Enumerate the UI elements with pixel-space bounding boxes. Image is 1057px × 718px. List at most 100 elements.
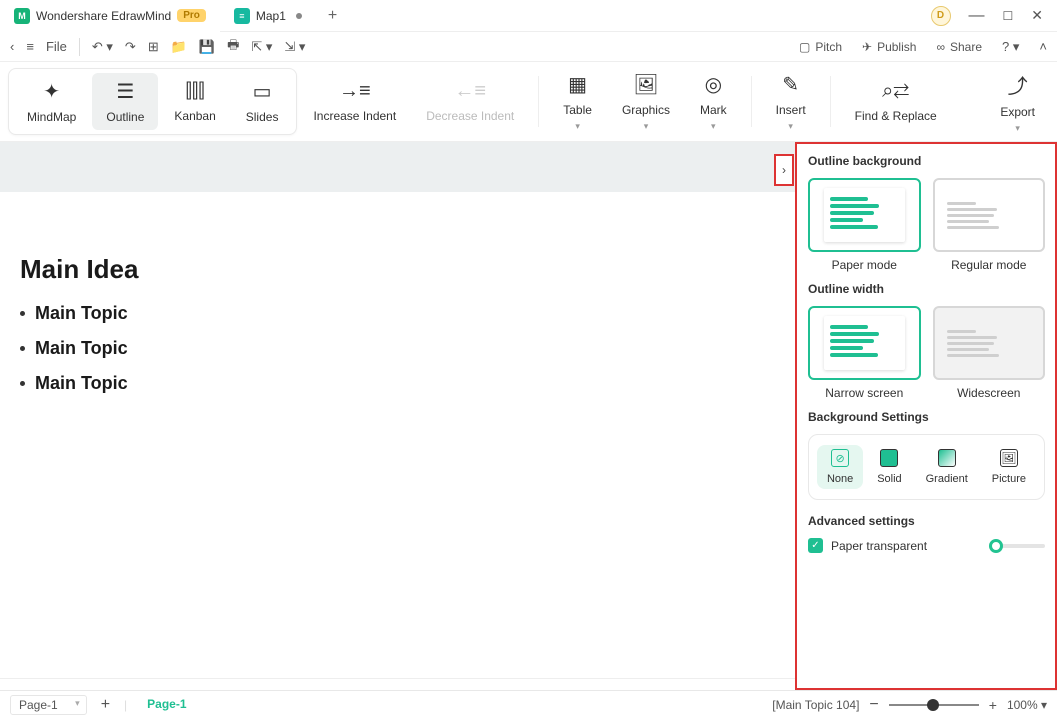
- kanban-view-button[interactable]: ⫿⫿⫿Kanban: [160, 73, 229, 130]
- narrow-label: Narrow screen: [825, 386, 903, 400]
- maximize-button[interactable]: ☐: [1003, 9, 1014, 23]
- share-label: Share: [950, 40, 982, 54]
- topic-item[interactable]: Main Topic: [20, 373, 795, 394]
- chevron-down-icon: ▾: [711, 121, 716, 132]
- bg-solid-option[interactable]: Solid: [867, 445, 911, 489]
- file-menu[interactable]: File: [46, 39, 67, 54]
- mark-label: Mark: [700, 103, 727, 117]
- share-button[interactable]: ∞ Share: [936, 40, 982, 54]
- bg-gradient-option[interactable]: Gradient: [916, 445, 978, 489]
- panel-collapse-button[interactable]: ›: [774, 154, 794, 186]
- table-label: Table: [563, 103, 592, 117]
- pitch-label: Pitch: [815, 40, 842, 54]
- bullet-icon: [20, 311, 25, 316]
- zoom-slider[interactable]: [889, 704, 979, 706]
- minimize-button[interactable]: ―: [969, 7, 985, 25]
- outline-view-button[interactable]: ☰Outline: [92, 73, 158, 130]
- redo-button[interactable]: ↷: [125, 39, 136, 55]
- paper-mode-option[interactable]: Paper mode: [808, 178, 921, 272]
- print-button[interactable]: 🖶: [227, 36, 239, 58]
- document-tab[interactable]: ≡ Map1: [220, 0, 316, 32]
- separator: |: [124, 698, 127, 712]
- pitch-button[interactable]: ▢Pitch: [799, 40, 842, 54]
- canvas[interactable]: Main Idea Main Topic Main Topic Main Top…: [0, 142, 795, 690]
- table-button[interactable]: ▦Table▾: [549, 68, 606, 135]
- advanced-settings-heading: Advanced settings: [808, 514, 1045, 528]
- widescreen-option[interactable]: Widescreen: [933, 306, 1046, 400]
- regular-mode-thumb: [933, 178, 1046, 252]
- solid-label: Solid: [877, 473, 901, 485]
- outline-settings-panel: Outline background Paper mode Regular mo…: [795, 142, 1057, 690]
- zoom-in-button[interactable]: +: [989, 697, 997, 713]
- avatar[interactable]: D: [931, 6, 951, 26]
- help-button[interactable]: ? ▾: [1002, 39, 1019, 55]
- app-tab[interactable]: M Wondershare EdrawMind Pro: [0, 0, 220, 32]
- find-replace-button[interactable]: ⌕⇄Find & Replace: [841, 68, 951, 135]
- add-page-button[interactable]: +: [101, 696, 110, 714]
- outline-background-heading: Outline background: [808, 154, 1045, 168]
- insert-button[interactable]: ✎Insert▾: [762, 68, 820, 135]
- mindmap-view-button[interactable]: ✦MindMap: [13, 73, 90, 130]
- zoom-level[interactable]: 100% ▾: [1007, 698, 1047, 712]
- publish-button[interactable]: ✈Publish: [862, 40, 916, 54]
- graphics-button[interactable]: 🖼Graphics▾: [608, 68, 684, 135]
- bg-none-option[interactable]: ⊘None: [817, 445, 863, 489]
- mindmap-label: MindMap: [27, 110, 76, 124]
- indent-in-icon: →≡: [339, 80, 371, 103]
- import-button[interactable]: ⇲ ▾: [284, 39, 305, 55]
- undo-button[interactable]: ↶ ▾: [92, 39, 113, 55]
- topic-item[interactable]: Main Topic: [20, 338, 795, 359]
- pro-badge: Pro: [177, 9, 206, 22]
- slider-knob: [989, 539, 1003, 553]
- gradient-label: Gradient: [926, 473, 968, 485]
- export-label: Export: [1000, 105, 1035, 119]
- mark-button[interactable]: ◎Mark▾: [686, 68, 741, 135]
- back-button[interactable]: ‹: [10, 39, 14, 54]
- picture-icon: 🖼: [1000, 449, 1018, 467]
- export-quick-button[interactable]: ⇱ ▾: [251, 39, 272, 55]
- find-icon: ⌕⇄: [882, 80, 909, 103]
- zoom-out-button[interactable]: −: [869, 696, 878, 714]
- narrow-screen-option[interactable]: Narrow screen: [808, 306, 921, 400]
- background-settings-group: ⊘None Solid Gradient 🖼Picture: [808, 434, 1045, 500]
- page-tab[interactable]: Page-1: [141, 693, 192, 717]
- new-button[interactable]: ⊞: [148, 39, 159, 55]
- bullet-icon: [20, 346, 25, 351]
- narrow-thumb: [808, 306, 921, 380]
- canvas-shade: [0, 142, 795, 192]
- page-selector[interactable]: Page-1: [10, 695, 87, 715]
- app-name: Wondershare EdrawMind: [36, 9, 171, 23]
- share-icon: ∞: [936, 40, 945, 54]
- increase-indent-button[interactable]: →≡Increase Indent: [299, 68, 410, 135]
- none-icon: ⊘: [831, 449, 849, 467]
- menu-icon[interactable]: ≡: [26, 39, 34, 54]
- graphics-label: Graphics: [622, 103, 670, 117]
- unsaved-dot-icon: [296, 13, 302, 19]
- collapse-ribbon-button[interactable]: ˄: [1039, 39, 1047, 54]
- paper-transparent-label: Paper transparent: [831, 539, 927, 553]
- main-idea-heading[interactable]: Main Idea: [20, 254, 795, 285]
- close-button[interactable]: ✕: [1031, 7, 1043, 24]
- export-button[interactable]: ⤴Export▾: [986, 68, 1049, 135]
- topic-item[interactable]: Main Topic: [20, 303, 795, 324]
- topic-text: Main Topic: [35, 373, 128, 394]
- add-tab-button[interactable]: +: [316, 7, 349, 25]
- dec-indent-label: Decrease Indent: [426, 109, 514, 123]
- ribbon: ✦MindMap ☰Outline ⫿⫿⫿Kanban ▭Slides →≡In…: [0, 62, 1057, 142]
- titlebar: M Wondershare EdrawMind Pro ≡ Map1 + D ―…: [0, 0, 1057, 32]
- quick-toolbar: ‹ ≡ File ↶ ▾ ↷ ⊞ 📁 💾 🖶 ⇱ ▾ ⇲ ▾ ▢Pitch ✈P…: [0, 32, 1057, 62]
- paper-transparent-checkbox[interactable]: ✓: [808, 538, 823, 553]
- slides-icon: ▭: [253, 79, 272, 104]
- open-button[interactable]: 📁: [171, 39, 187, 55]
- slides-view-button[interactable]: ▭Slides: [232, 73, 293, 130]
- horizontal-scrollbar[interactable]: [0, 678, 795, 690]
- bg-picture-option[interactable]: 🖼Picture: [982, 445, 1036, 489]
- paper-transparent-slider[interactable]: [989, 544, 1045, 548]
- graphics-icon: 🖼: [633, 72, 658, 97]
- workspace: Main Idea Main Topic Main Topic Main Top…: [0, 142, 1057, 690]
- context-info: [Main Topic 104]: [772, 698, 859, 712]
- regular-mode-option[interactable]: Regular mode: [933, 178, 1046, 272]
- outline-document[interactable]: Main Idea Main Topic Main Topic Main Top…: [0, 192, 795, 408]
- save-button[interactable]: 💾: [199, 39, 215, 55]
- bullet-icon: [20, 381, 25, 386]
